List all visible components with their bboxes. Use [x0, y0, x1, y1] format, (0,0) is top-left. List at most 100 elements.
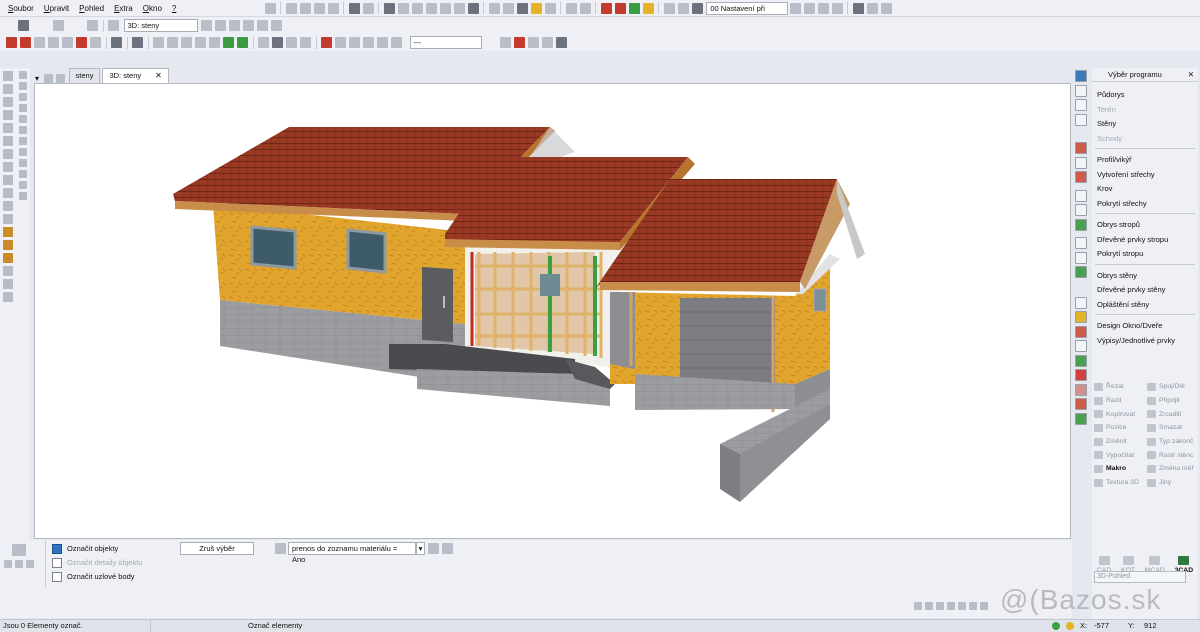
program-item[interactable]: Výpisy/Jednotlivé prvky: [1092, 334, 1198, 349]
roof-cover-icon[interactable]: [1075, 171, 1087, 183]
menu-upravit[interactable]: Upravit: [39, 0, 74, 17]
close-icon[interactable]: ✕: [1188, 68, 1194, 81]
undo-icon[interactable]: [313, 2, 325, 14]
command-button[interactable]: Připojit: [1145, 396, 1198, 405]
snap-icon[interactable]: [516, 2, 528, 14]
command-button[interactable]: Rastr stěnc: [1145, 451, 1198, 460]
floorplan-icon[interactable]: [1075, 70, 1087, 82]
material-icon[interactable]: [377, 37, 388, 48]
house-outline-icon[interactable]: [34, 37, 45, 48]
cube-5-icon[interactable]: [209, 37, 220, 48]
layer-combo[interactable]: ---: [409, 36, 482, 49]
tool-roof-icon[interactable]: [1075, 398, 1087, 410]
tool-e-icon[interactable]: [19, 115, 27, 123]
menu-extra[interactable]: Extra: [109, 0, 138, 17]
object-icon[interactable]: [335, 37, 346, 48]
pick-icon[interactable]: [52, 20, 64, 31]
find-icon[interactable]: [866, 2, 878, 14]
view-d-icon[interactable]: [270, 20, 282, 31]
menu-help[interactable]: ?: [167, 0, 181, 17]
home-view-icon[interactable]: [488, 2, 500, 14]
view-next-icon[interactable]: [214, 20, 226, 31]
program-item[interactable]: Dřevěné prvky stropu: [1092, 233, 1198, 248]
command-button[interactable]: Kopírovat: [1092, 410, 1145, 419]
grid-icon[interactable]: [677, 2, 689, 14]
redo-icon[interactable]: [327, 2, 339, 14]
tool-l-icon[interactable]: [19, 192, 27, 200]
pencil-icon[interactable]: [530, 2, 542, 14]
cube-2-icon[interactable]: [167, 37, 178, 48]
house-gray-icon[interactable]: [90, 37, 101, 48]
menu-okno[interactable]: Okno: [138, 0, 167, 17]
tab-3d-steny[interactable]: 3D: steny ✕: [102, 68, 169, 83]
tool-list-icon[interactable]: [1075, 412, 1087, 425]
pointer-icon[interactable]: [18, 20, 29, 31]
search-icon[interactable]: [275, 543, 286, 554]
stairs-icon[interactable]: [1075, 113, 1087, 126]
program-item[interactable]: Pokrytí střechy: [1092, 197, 1198, 212]
zoom-all-icon[interactable]: [453, 2, 465, 14]
tool-green-icon[interactable]: [1075, 354, 1087, 367]
measure-icon[interactable]: [502, 2, 514, 14]
tool-2-icon[interactable]: [3, 84, 13, 94]
view-b-icon[interactable]: [242, 20, 254, 31]
cube-1-icon[interactable]: [153, 37, 164, 48]
grid-toggle-icon[interactable]: [87, 20, 98, 31]
copy-icon[interactable]: [299, 2, 311, 14]
command-button[interactable]: Zrcadlit: [1145, 410, 1198, 419]
command-button[interactable]: Vypočítat: [1092, 451, 1145, 460]
layer-props-icon[interactable]: [391, 37, 402, 48]
snap-d-icon[interactable]: [946, 602, 955, 610]
tool-3-icon[interactable]: [3, 97, 13, 107]
command-button[interactable]: Jiný: [1145, 478, 1198, 487]
command-button[interactable]: Řezat: [1092, 382, 1145, 391]
wall-timber-icon[interactable]: [1075, 251, 1087, 264]
snap-a-icon[interactable]: [913, 602, 922, 610]
command-button[interactable]: Textura 3D: [1092, 478, 1145, 487]
house-solid-icon[interactable]: [76, 37, 87, 48]
snap-g-icon[interactable]: [979, 602, 988, 610]
tool-red-icon[interactable]: [1075, 369, 1087, 381]
tool-15-icon[interactable]: [3, 253, 13, 263]
tool-13-icon[interactable]: [3, 227, 13, 237]
tool-d-icon[interactable]: [19, 104, 27, 112]
preset-save-icon[interactable]: [789, 2, 801, 14]
tool-pink-icon[interactable]: [1075, 383, 1087, 396]
texture-icon[interactable]: [363, 37, 374, 48]
pin-red-icon[interactable]: [321, 37, 332, 48]
tool-12-icon[interactable]: [3, 214, 13, 224]
command-button[interactable]: Makro: [1092, 464, 1145, 473]
group-icon[interactable]: [349, 37, 360, 48]
menu-pohled[interactable]: Pohled: [74, 0, 109, 17]
info-icon[interactable]: [817, 2, 829, 14]
command-button[interactable]: Typ zakonč: [1145, 437, 1198, 446]
preset-combo[interactable]: 00 Nastavení při startu: [706, 1, 789, 24]
light-source-icon[interactable]: [111, 37, 122, 48]
tool-k-icon[interactable]: [19, 181, 27, 189]
open-icon[interactable]: [264, 2, 276, 14]
deselect-button[interactable]: Zruš výběr: [180, 542, 254, 555]
tool-1-icon[interactable]: [3, 71, 13, 81]
tab-steny[interactable]: steny: [68, 68, 101, 83]
tool-c-icon[interactable]: [19, 93, 27, 101]
command-button[interactable]: Změna měř: [1145, 464, 1198, 473]
house-frame-icon[interactable]: [48, 37, 59, 48]
floor-icon[interactable]: [565, 2, 577, 14]
video-icon[interactable]: [286, 37, 297, 48]
layer-close-icon[interactable]: [555, 37, 567, 48]
ceiling-timber-icon[interactable]: [1075, 204, 1087, 216]
settings-list-icon[interactable]: [663, 2, 675, 14]
zoom-out-icon[interactable]: [411, 2, 423, 14]
ceiling-cover-icon[interactable]: [1075, 218, 1087, 231]
house-section-icon[interactable]: [20, 37, 31, 48]
tool-11-icon[interactable]: [3, 201, 13, 211]
program-item[interactable]: Opláštění stěny: [1092, 298, 1198, 313]
snap-b-icon[interactable]: [924, 602, 933, 610]
tool-yellow-icon[interactable]: [1075, 311, 1087, 323]
tab-menu-icon[interactable]: ▾: [35, 74, 39, 83]
program-item[interactable]: Design Okno/Dveře: [1092, 319, 1198, 334]
wall-view-icon[interactable]: [614, 2, 626, 14]
snap-c-icon[interactable]: [935, 602, 944, 610]
export-icon[interactable]: [300, 37, 311, 48]
tool-6-icon[interactable]: [3, 136, 13, 146]
